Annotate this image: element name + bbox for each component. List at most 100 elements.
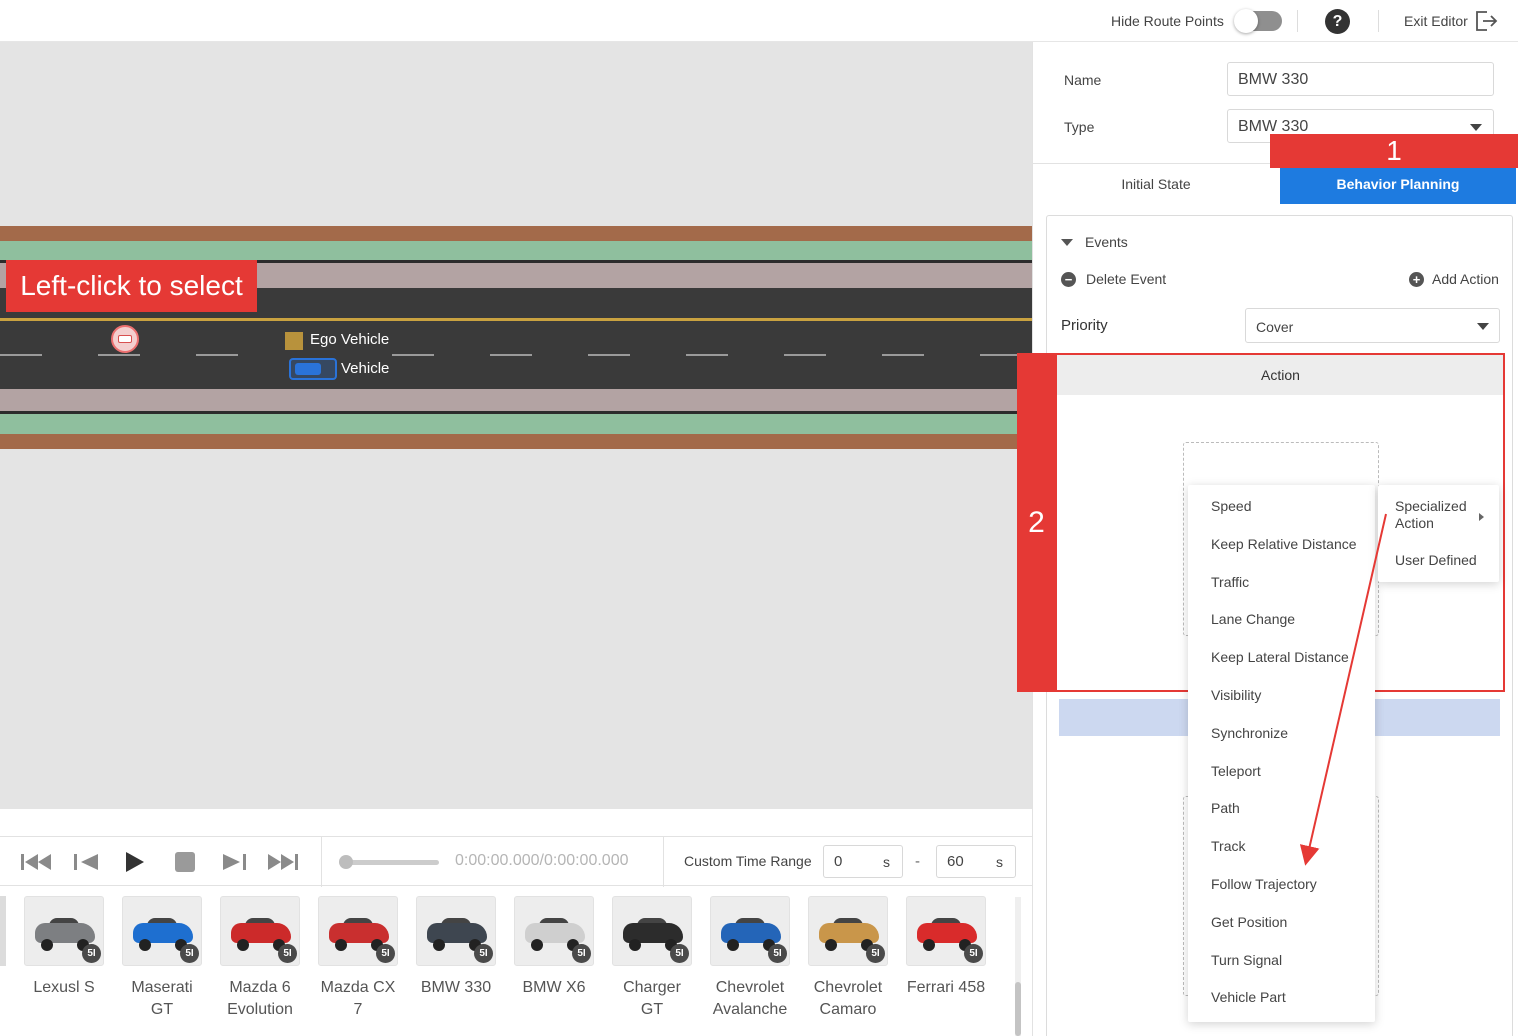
menu-item-synchronize[interactable]: Synchronize <box>1211 725 1288 741</box>
vehicle-thumbnail: 5I <box>416 896 496 966</box>
range-dash: - <box>915 853 920 870</box>
vehicle-thumbnail: 5I <box>612 896 692 966</box>
events-header[interactable]: Events <box>1061 234 1128 250</box>
specialized-label-line1: Specialized <box>1395 498 1467 514</box>
menu-item-visibility[interactable]: Visibility <box>1211 687 1261 703</box>
priority-label: Priority <box>1061 317 1108 334</box>
caret-down-icon <box>1061 238 1073 246</box>
lane-dash <box>196 354 238 356</box>
vehicle-card[interactable]: 5I Maserati GT <box>122 896 202 1021</box>
time-range-start-input[interactable]: 0 s <box>823 845 903 878</box>
vehicle-card[interactable]: 5I Chevrolet Avalanche <box>710 896 790 1021</box>
divider <box>1297 10 1298 32</box>
menu-item-vehicle-part[interactable]: Vehicle Part <box>1211 989 1286 1005</box>
hide-route-points-toggle[interactable] <box>1234 9 1282 33</box>
menu-item-keep-relative-distance[interactable]: Keep Relative Distance <box>1211 536 1357 552</box>
unit-label: s <box>996 854 1003 870</box>
timeline-slider[interactable] <box>345 860 439 865</box>
menu-item-lane-change[interactable]: Lane Change <box>1211 611 1295 627</box>
menu-item-teleport[interactable]: Teleport <box>1211 763 1261 779</box>
skip-end-icon[interactable] <box>266 849 298 875</box>
menu-item-turn-signal[interactable]: Turn Signal <box>1211 952 1282 968</box>
vehicle-name: Ferrari 458 <box>906 979 986 996</box>
scrollbar-thumb[interactable] <box>1015 982 1021 1036</box>
menu-item-track[interactable]: Track <box>1211 838 1245 854</box>
lane-dash <box>392 354 434 356</box>
vehicle-card[interactable]: 5I Chevrolet Camaro <box>808 896 888 1021</box>
time-range-end-input[interactable]: 60 s <box>936 845 1016 878</box>
vehicle-card[interactable]: 5I Ferrari 458 <box>906 896 986 999</box>
library-scrollbar[interactable] <box>1015 897 1021 1036</box>
vehicle-card[interactable]: 5I BMW X6 <box>514 896 594 999</box>
type-label: Type <box>1064 119 1095 135</box>
road-edge-green <box>0 241 1032 260</box>
vehicle-card[interactable]: 5I Mazda CX 7 <box>318 896 398 1021</box>
road-edge-brown <box>0 226 1032 241</box>
events-label: Events <box>1085 234 1128 250</box>
vehicle-badge: 5I <box>278 944 297 963</box>
help-icon[interactable]: ? <box>1325 9 1350 34</box>
add-action-button[interactable]: + Add Action <box>1409 271 1499 287</box>
stop-icon[interactable] <box>174 849 196 875</box>
scene-canvas[interactable]: Left-click to select Ego Vehicle Vehicle <box>0 42 1032 809</box>
vehicle-name: Chevrolet Camaro <box>813 979 883 1018</box>
delete-event-label: Delete Event <box>1086 271 1167 287</box>
route-point-marker[interactable] <box>111 325 139 353</box>
menu-item-speed[interactable]: Speed <box>1211 498 1251 514</box>
lane-dash <box>784 354 826 356</box>
ego-vehicle-icon <box>285 332 303 350</box>
vehicle-badge: 5I <box>572 944 591 963</box>
playback-bar: 0:00:00.000/0:00:00.000 Custom Time Rang… <box>0 836 1032 887</box>
menu-item-traffic[interactable]: Traffic <box>1211 574 1249 590</box>
menu-item-user-defined[interactable]: User Defined <box>1395 552 1477 569</box>
unit-label: s <box>883 854 890 870</box>
hide-route-points-label: Hide Route Points <box>1111 13 1224 29</box>
timeline-slider-knob[interactable] <box>339 855 353 869</box>
time-readout: 0:00:00.000/0:00:00.000 <box>455 852 629 869</box>
menu-item-follow-trajectory[interactable]: Follow Trajectory <box>1211 876 1317 892</box>
end-value: 60 <box>947 853 964 870</box>
tab-behavior-planning[interactable]: Behavior Planning <box>1280 164 1516 204</box>
vehicle-thumbnail: 5I <box>514 896 594 966</box>
vehicle-name: Charger GT <box>623 979 681 1018</box>
vehicle-card[interactable]: 5I Mazda 6 Evolution <box>220 896 300 1021</box>
road-center-line <box>0 318 1032 321</box>
name-input[interactable]: BMW 330 <box>1227 62 1494 96</box>
vehicle-badge: 5I <box>670 944 689 963</box>
lane-dash <box>686 354 728 356</box>
selected-vehicle[interactable] <box>289 358 337 380</box>
vehicle-name: BMW 330 <box>420 979 492 996</box>
vehicle-card-partial <box>0 896 6 966</box>
menu-item-path[interactable]: Path <box>1211 800 1240 816</box>
action-type-menu: Speed Keep Relative Distance Traffic Lane C… <box>1188 485 1375 1022</box>
caret-down-icon <box>1477 323 1489 330</box>
menu-item-get-position[interactable]: Get Position <box>1211 914 1287 930</box>
priority-select[interactable]: Cover <box>1245 308 1500 343</box>
vehicle-name: BMW X6 <box>522 979 586 996</box>
exit-editor-button[interactable]: Exit Editor <box>1404 0 1498 42</box>
skip-start-icon[interactable] <box>21 849 53 875</box>
action-submenu: Specialized Action User Defined <box>1378 485 1499 582</box>
menu-item-specialized-action[interactable]: Specialized Action <box>1395 498 1467 532</box>
step-back-icon[interactable] <box>74 849 100 875</box>
vehicle-card[interactable]: 5I Charger GT <box>612 896 692 1021</box>
vehicle-thumbnail: 5I <box>318 896 398 966</box>
name-label: Name <box>1064 72 1102 88</box>
chevron-right-icon <box>1479 513 1484 521</box>
vehicle-card[interactable]: 5I BMW 330 <box>416 896 496 999</box>
vehicle-badge: 5I <box>180 944 199 963</box>
vehicle-name: Mazda 6 Evolution <box>227 979 293 1018</box>
vehicle-badge: 5I <box>376 944 395 963</box>
delete-circle-icon: − <box>1061 271 1076 287</box>
vehicle-card[interactable]: 5I Lexusl S <box>24 896 104 999</box>
play-icon[interactable] <box>124 849 146 875</box>
lane-dash <box>588 354 630 356</box>
vehicle-badge: 5I <box>82 944 101 963</box>
annotation-1: 1 <box>1270 134 1518 168</box>
menu-item-keep-lateral-distance[interactable]: Keep Lateral Distance <box>1211 649 1349 665</box>
delete-event-button[interactable]: − Delete Event <box>1061 271 1166 287</box>
tab-initial-state[interactable]: Initial State <box>1033 164 1279 204</box>
annotation-2: 2 <box>1017 353 1056 692</box>
top-toolbar: Hide Route Points ? Exit Editor <box>0 0 1518 42</box>
step-forward-icon[interactable] <box>221 849 247 875</box>
